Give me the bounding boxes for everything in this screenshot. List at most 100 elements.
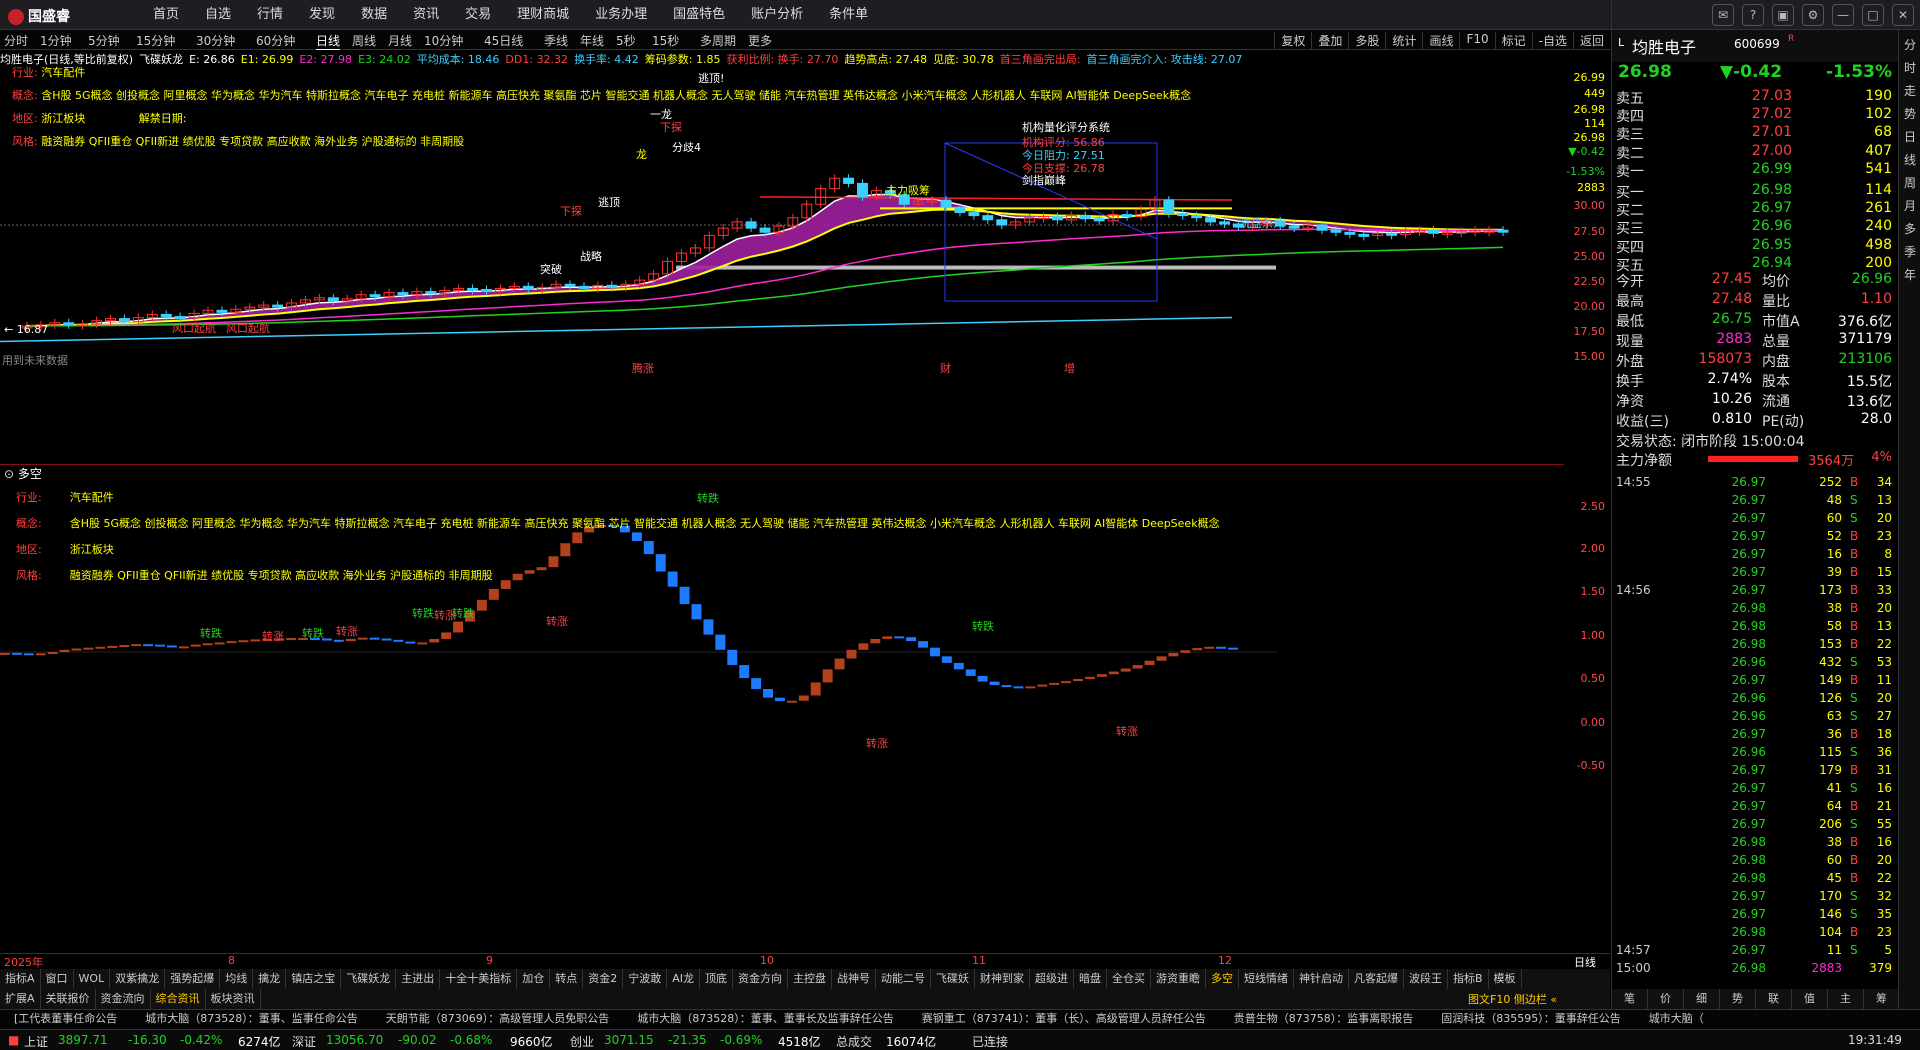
duokong-bar[interactable] xyxy=(119,645,130,648)
side-tab-5[interactable]: 值 xyxy=(1792,989,1828,1009)
tool-5[interactable]: F10 xyxy=(1459,32,1494,49)
duokong-bar[interactable] xyxy=(930,647,940,657)
duokong-bar[interactable] xyxy=(441,632,452,639)
duokong-bar[interactable] xyxy=(882,636,893,639)
news-item[interactable]: 贵普生物（873758）：监事离职报告 xyxy=(1234,1012,1414,1025)
candle[interactable] xyxy=(759,227,771,233)
indicator-tab-18[interactable]: 主控盘 xyxy=(788,969,832,989)
main-chart-panel[interactable]: 机构量化评分系统 机构评分: 56.86 今日阻力: 27.51 今日支撑: 26.7… xyxy=(0,66,1564,464)
candle[interactable] xyxy=(857,182,868,198)
duokong-bar[interactable] xyxy=(1132,665,1143,669)
vtab-4[interactable]: 日 xyxy=(1899,128,1920,145)
tool-6[interactable]: 标记 xyxy=(1494,32,1532,49)
candle[interactable] xyxy=(1288,225,1300,229)
candle[interactable] xyxy=(1205,217,1217,223)
duokong-bar[interactable] xyxy=(333,639,344,642)
vtab-8[interactable]: 多 xyxy=(1899,220,1920,237)
period-tab-5[interactable]: 60分钟 xyxy=(256,32,295,49)
candle[interactable] xyxy=(327,297,339,302)
duokong-bar[interactable] xyxy=(405,641,416,644)
candle[interactable] xyxy=(564,283,576,287)
news-item[interactable]: 固润科技（835595）：董事辞任公告 xyxy=(1441,1012,1621,1025)
menu-item-7[interactable]: 理财商城 xyxy=(504,0,582,30)
period-tab-11[interactable]: 季线 xyxy=(544,32,568,49)
duokong-bar[interactable] xyxy=(357,637,368,640)
period-tab-7[interactable]: 周线 xyxy=(352,32,376,49)
f10-sidebar-toggle[interactable]: 图文F10 侧边栏 « xyxy=(1468,991,1557,1007)
duokong-bar[interactable] xyxy=(107,645,118,648)
candle[interactable] xyxy=(63,322,75,326)
period-tab-14[interactable]: 15秒 xyxy=(652,32,679,49)
info-tab-4[interactable]: 板块资讯 xyxy=(206,989,261,1009)
indicator-tab-33[interactable]: 模板 xyxy=(1489,969,1522,989)
candle[interactable] xyxy=(1177,213,1189,217)
duokong-bar[interactable] xyxy=(59,649,70,652)
vtab-1[interactable]: 时 xyxy=(1899,59,1920,76)
duokong-bar[interactable] xyxy=(417,642,428,645)
duokong-bar[interactable] xyxy=(870,638,881,644)
indicator-tab-26[interactable]: 游资重瞻 xyxy=(1151,969,1206,989)
menu-item-11[interactable]: 条件单 xyxy=(816,0,881,30)
vtab-0[interactable]: 分 xyxy=(1899,36,1920,53)
period-tab-2[interactable]: 5分钟 xyxy=(88,32,120,49)
indicator-tab-2[interactable]: WOL xyxy=(74,969,111,989)
indicator-tab-6[interactable]: 擒龙 xyxy=(253,969,287,989)
menu-item-4[interactable]: 数据 xyxy=(348,0,400,30)
tool-4[interactable]: 画线 xyxy=(1422,32,1459,49)
vtab-10[interactable]: 年 xyxy=(1899,266,1920,283)
indicator-tab-24[interactable]: 暗盘 xyxy=(1074,969,1107,989)
duokong-bar[interactable] xyxy=(786,700,797,703)
indicator-tab-22[interactable]: 财神到家 xyxy=(975,969,1030,989)
indicator-tab-15[interactable]: AI龙 xyxy=(667,969,700,989)
candle[interactable] xyxy=(522,285,534,290)
duokong-bar[interactable] xyxy=(155,644,165,647)
menu-item-2[interactable]: 行情 xyxy=(244,0,296,30)
indicator-tab-1[interactable]: 窗口 xyxy=(41,969,74,989)
duokong-bar[interactable] xyxy=(95,646,106,649)
indicator-tab-19[interactable]: 战神号 xyxy=(832,969,876,989)
duokong-bar[interactable] xyxy=(369,637,380,640)
tool-7[interactable]: -自选 xyxy=(1531,32,1573,49)
candle[interactable] xyxy=(578,285,590,289)
duokong-bar[interactable] xyxy=(715,634,726,650)
duokong-bar[interactable] xyxy=(429,638,440,643)
period-tab-3[interactable]: 15分钟 xyxy=(136,32,175,49)
vtab-3[interactable]: 势 xyxy=(1899,105,1920,122)
indicator-tab-4[interactable]: 强势起爆 xyxy=(165,969,221,989)
duokong-bar[interactable] xyxy=(1001,685,1012,688)
tool-1[interactable]: 叠加 xyxy=(1311,32,1348,49)
duokong-bar[interactable] xyxy=(894,636,905,639)
info-tab-3[interactable]: 综合资讯 xyxy=(151,989,206,1009)
duokong-bar[interactable] xyxy=(1108,671,1119,675)
indicator-tab-16[interactable]: 顶底 xyxy=(700,969,733,989)
info-tab-0[interactable]: 扩展A xyxy=(0,989,41,1009)
vtab-9[interactable]: 季 xyxy=(1899,243,1920,260)
duokong-bar[interactable] xyxy=(941,656,952,663)
duokong-bar[interactable] xyxy=(35,653,46,656)
candle[interactable] xyxy=(1386,232,1398,236)
indicator-tab-25[interactable]: 全仓买 xyxy=(1107,969,1151,989)
duokong-bar[interactable] xyxy=(1073,678,1083,682)
duokong-bar[interactable] xyxy=(166,645,177,648)
duokong-bar[interactable] xyxy=(226,641,237,644)
candle[interactable] xyxy=(369,294,381,298)
indicator-tab-12[interactable]: 转点 xyxy=(550,969,584,989)
candle[interactable] xyxy=(1093,218,1105,222)
duokong-bar[interactable] xyxy=(0,652,10,655)
candle[interactable] xyxy=(606,284,618,288)
duokong-bar[interactable] xyxy=(345,638,356,642)
candle[interactable] xyxy=(160,313,172,318)
period-tab-8[interactable]: 月线 xyxy=(388,32,412,49)
duokong-bar[interactable] xyxy=(906,637,917,642)
duokong-bar[interactable] xyxy=(1096,674,1107,677)
candle[interactable] xyxy=(481,288,492,293)
candle[interactable] xyxy=(745,221,757,229)
side-tab-2[interactable]: 细 xyxy=(1684,989,1720,1009)
duokong-bar[interactable] xyxy=(763,688,773,698)
duokong-bar[interactable] xyxy=(1192,648,1203,651)
side-tab-6[interactable]: 主 xyxy=(1828,989,1864,1009)
duokong-bar[interactable] xyxy=(202,643,213,646)
duokong-bar[interactable] xyxy=(703,619,714,635)
indicator-tab-10[interactable]: 十全十美指标 xyxy=(440,969,518,989)
period-tab-16[interactable]: 更多 xyxy=(748,32,772,49)
